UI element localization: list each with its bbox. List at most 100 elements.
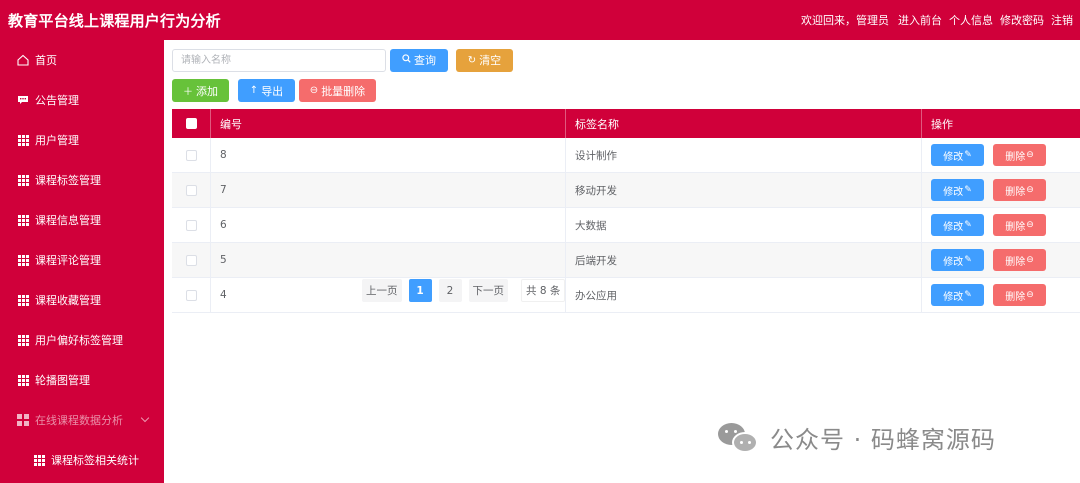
pagination: 上一页 1 2 下一页 共 8 条 bbox=[362, 279, 572, 302]
refresh-icon: ↻ bbox=[467, 54, 477, 66]
chevron-down-icon bbox=[140, 413, 150, 423]
row-checkbox-cell bbox=[172, 208, 211, 242]
sidebar-item-carousel[interactable]: 轮播图管理 bbox=[0, 360, 164, 400]
row-checkbox[interactable] bbox=[185, 149, 197, 161]
minus-circle-icon: ⊖ bbox=[1026, 290, 1034, 300]
grid-icon bbox=[17, 294, 29, 306]
table-header: 编号 标签名称 操作 bbox=[172, 109, 1080, 138]
sidebar-item-user-preference-tags[interactable]: 用户偏好标签管理 bbox=[0, 320, 164, 360]
sidebar-item-label: 课程信息管理 bbox=[35, 214, 101, 227]
delete-label: 删除 bbox=[1005, 186, 1026, 198]
edit-button[interactable]: 修改 ✎ bbox=[931, 249, 984, 271]
table-row: 6 大数据 修改 ✎ 删除 ⊖ bbox=[172, 208, 1080, 243]
app-title: 教育平台线上课程用户行为分析 bbox=[8, 11, 221, 30]
sidebar-item-notices[interactable]: 公告管理 bbox=[0, 80, 164, 120]
row-checkbox[interactable] bbox=[185, 289, 197, 301]
edit-button[interactable]: 修改 ✎ bbox=[931, 144, 984, 166]
search-input[interactable] bbox=[172, 48, 386, 72]
minus-circle-icon: ⊖ bbox=[1026, 150, 1034, 160]
watermark-text: 公众号 · 码蜂窝源码 bbox=[770, 426, 996, 454]
grid-icon bbox=[17, 134, 29, 146]
cell-id: 5 bbox=[211, 243, 566, 277]
table-row: 5 后端开发 修改 ✎ 删除 ⊖ bbox=[172, 243, 1080, 278]
sidebar-item-home[interactable]: 首页 bbox=[0, 40, 164, 80]
sidebar-item-course-tags[interactable]: 课程标签管理 bbox=[0, 160, 164, 200]
sidebar: 首页 公告管理 用户管理 课程标签管理 课程信息管理 课程评论管理 课程收藏管理… bbox=[0, 40, 164, 483]
edit-label: 修改 bbox=[943, 256, 964, 268]
change-password-link[interactable]: 修改密码 bbox=[1000, 12, 1044, 28]
edit-button[interactable]: 修改 ✎ bbox=[931, 284, 984, 306]
message-icon bbox=[17, 94, 29, 106]
delete-label: 删除 bbox=[1005, 151, 1026, 163]
edit-button[interactable]: 修改 ✎ bbox=[931, 179, 984, 201]
delete-button[interactable]: 删除 ⊖ bbox=[993, 214, 1046, 236]
add-button[interactable]: ＋ 添加 bbox=[172, 79, 229, 102]
data-table: 编号 标签名称 操作 8 设计制作 修改 ✎ 删除 ⊖ 7 移动开发 修改 ✎ 删除 ⊖… bbox=[172, 109, 1080, 313]
cell-id: 8 bbox=[211, 138, 566, 172]
page-button-1[interactable]: 1 bbox=[408, 279, 432, 302]
sidebar-item-label: 用户管理 bbox=[35, 134, 79, 147]
cell-actions: 修改 ✎ 删除 ⊖ bbox=[922, 138, 1080, 172]
row-checkbox[interactable] bbox=[185, 254, 197, 266]
enter-frontend-link[interactable]: 进入前台 bbox=[898, 12, 942, 28]
add-button-label: 添加 bbox=[196, 84, 218, 98]
row-checkbox[interactable] bbox=[185, 219, 197, 231]
sidebar-item-course-info[interactable]: 课程信息管理 bbox=[0, 200, 164, 240]
logout-link[interactable]: 注销 bbox=[1051, 12, 1073, 28]
cell-actions: 修改 ✎ 删除 ⊖ bbox=[922, 243, 1080, 277]
cell-name: 后端开发 bbox=[566, 243, 922, 277]
sidebar-item-label: 用户偏好标签管理 bbox=[35, 334, 123, 347]
sidebar-item-tag-statistics[interactable]: 课程标签相关统计 bbox=[0, 440, 164, 480]
row-checkbox[interactable] bbox=[185, 184, 197, 196]
delete-label: 删除 bbox=[1005, 256, 1026, 268]
search-icon bbox=[402, 54, 411, 66]
sidebar-item-users[interactable]: 用户管理 bbox=[0, 120, 164, 160]
cell-name: 办公应用 bbox=[566, 278, 922, 312]
delete-label: 删除 bbox=[1005, 221, 1026, 233]
batch-delete-button[interactable]: ⊖ 批量删除 bbox=[299, 79, 376, 102]
delete-button[interactable]: 删除 ⊖ bbox=[993, 284, 1046, 306]
delete-label: 删除 bbox=[1005, 291, 1026, 303]
header-checkbox-cell bbox=[172, 109, 211, 138]
clear-button[interactable]: ↻ 清空 bbox=[456, 48, 513, 72]
edit-icon: ✎ bbox=[964, 185, 972, 195]
edit-button[interactable]: 修改 ✎ bbox=[931, 214, 984, 236]
action-toolbar: ＋ 添加 ↑ 导出 ⊖ 批量删除 bbox=[172, 79, 1077, 102]
arrow-up-icon: ↑ bbox=[249, 85, 259, 96]
grid-icon bbox=[17, 214, 29, 226]
sidebar-item-course-favorites[interactable]: 课程收藏管理 bbox=[0, 280, 164, 320]
cell-name: 大数据 bbox=[566, 208, 922, 242]
edit-icon: ✎ bbox=[964, 255, 972, 265]
sidebar-item-course-comments[interactable]: 课程评论管理 bbox=[0, 240, 164, 280]
row-checkbox-cell bbox=[172, 173, 211, 207]
total-count: 共 8 条 bbox=[521, 279, 566, 302]
next-page-button[interactable]: 下一页 bbox=[468, 279, 508, 302]
sidebar-item-label: 课程标签管理 bbox=[35, 174, 101, 187]
profile-link[interactable]: 个人信息 bbox=[949, 12, 993, 28]
column-header-actions: 操作 bbox=[931, 117, 953, 131]
export-button[interactable]: ↑ 导出 bbox=[238, 79, 295, 102]
wechat-icon bbox=[718, 421, 760, 455]
edit-icon: ✎ bbox=[964, 220, 972, 230]
select-all-checkbox[interactable] bbox=[185, 118, 197, 129]
sidebar-item-label: 公告管理 bbox=[35, 94, 79, 107]
batch-delete-button-label: 批量删除 bbox=[321, 84, 366, 98]
sidebar-item-label: 轮播图管理 bbox=[35, 374, 90, 387]
page-button-2[interactable]: 2 bbox=[438, 279, 462, 302]
delete-button[interactable]: 删除 ⊖ bbox=[993, 144, 1046, 166]
sidebar-item-label: 课程标签相关统计 bbox=[51, 454, 139, 467]
cell-actions: 修改 ✎ 删除 ⊖ bbox=[922, 173, 1080, 207]
delete-button[interactable]: 删除 ⊖ bbox=[993, 249, 1046, 271]
cell-name: 设计制作 bbox=[566, 138, 922, 172]
prev-page-button[interactable]: 上一页 bbox=[362, 279, 402, 302]
query-button[interactable]: 查询 bbox=[390, 48, 448, 72]
export-button-label: 导出 bbox=[261, 84, 284, 98]
welcome-text: 欢迎回来，管理员 bbox=[801, 14, 889, 27]
cell-actions: 修改 ✎ 删除 ⊖ bbox=[922, 278, 1080, 312]
search-toolbar: 查询 ↻ 清空 bbox=[172, 48, 1077, 72]
home-icon bbox=[17, 54, 29, 66]
grid-icon bbox=[17, 374, 29, 386]
delete-button[interactable]: 删除 ⊖ bbox=[993, 179, 1046, 201]
sidebar-item-data-analysis[interactable]: 在线课程数据分析 bbox=[0, 400, 164, 440]
watermark: 公众号 · 码蜂窝源码 bbox=[718, 420, 996, 455]
